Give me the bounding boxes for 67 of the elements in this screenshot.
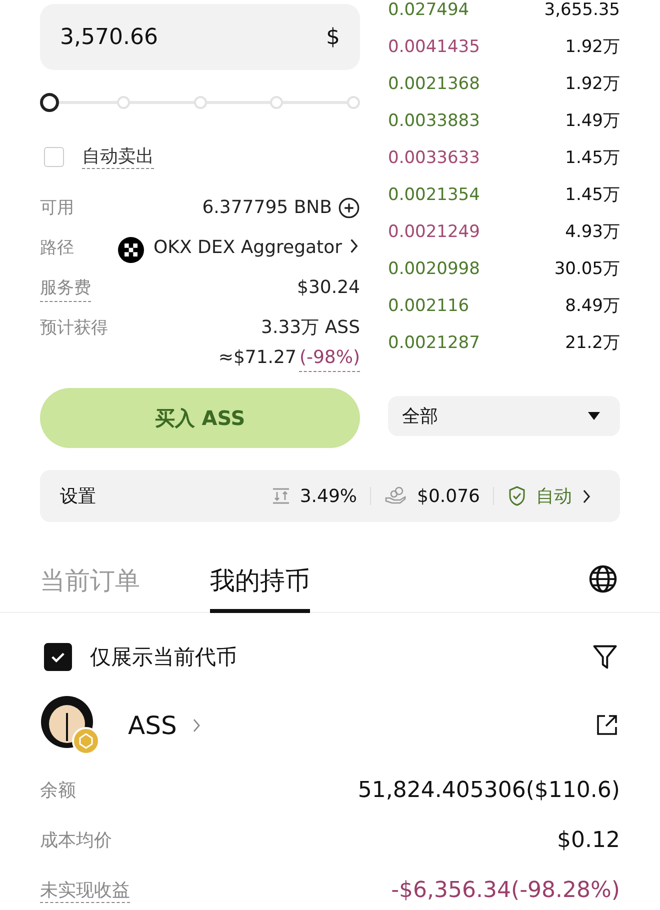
coin-hand-icon xyxy=(384,486,408,506)
detail-label: 可用 xyxy=(40,197,74,220)
slider-stop[interactable] xyxy=(116,96,130,109)
slider-stop[interactable] xyxy=(347,96,360,109)
trade-price: 0.0033883 xyxy=(388,111,480,133)
amount-field[interactable]: 3,570.66 $ xyxy=(40,4,360,70)
filter-icon[interactable] xyxy=(592,643,618,671)
slider-thumb[interactable] xyxy=(40,93,59,112)
dropdown-arrow-icon xyxy=(588,412,600,420)
gas-value: $0.076 xyxy=(417,486,480,506)
trade-price: 0.0033633 xyxy=(388,148,480,170)
holding-value: -$6,356.34(-98.28%) xyxy=(391,878,620,902)
checkbox-label: 仅展示当前代币 xyxy=(90,644,238,671)
detail-value[interactable]: OKX DEX Aggregator xyxy=(154,235,342,261)
trade-amount: 1.45万 xyxy=(565,185,620,207)
token-symbol[interactable]: ASS xyxy=(128,710,177,740)
trade-price: 0.002116 xyxy=(388,296,470,318)
external-link-icon[interactable] xyxy=(596,714,618,736)
token-icon xyxy=(40,695,100,755)
trade-price: 0.0020998 xyxy=(388,259,480,281)
trade-price: 0.0021354 xyxy=(388,185,480,207)
settings-bar[interactable]: 设置 3.49% $0.076 自动 xyxy=(40,470,620,522)
globe-icon[interactable] xyxy=(588,564,618,594)
detail-label: 预计获得 xyxy=(40,317,108,340)
trade-price: 0.0021368 xyxy=(388,74,480,96)
trade-amount: 1.92万 xyxy=(565,74,620,96)
shield-check-icon xyxy=(507,485,527,507)
auto-sell-label: 自动卖出 xyxy=(82,144,154,169)
trade-price: 0.027494 xyxy=(388,0,470,22)
price-impact: (-98%) xyxy=(299,345,360,372)
chevron-right-icon[interactable] xyxy=(348,237,360,255)
filter-dropdown[interactable]: 全部 xyxy=(388,396,620,436)
slider-stop[interactable] xyxy=(194,96,206,109)
buy-button[interactable]: 买入 ASS xyxy=(40,388,360,448)
detail-label: 路径 xyxy=(40,237,74,260)
slippage-icon xyxy=(270,487,291,505)
slider-stop[interactable] xyxy=(270,96,284,109)
holding-label: 余额 xyxy=(40,779,76,802)
chevron-right-icon xyxy=(581,488,592,504)
trade-amount: 30.05万 xyxy=(554,259,620,281)
trade-amount: 1.45万 xyxy=(565,148,620,170)
logo-icon xyxy=(118,237,144,263)
trade-amount: 21.2万 xyxy=(565,333,620,355)
slippage-value: 3.49% xyxy=(300,486,358,506)
settings-label: 设置 xyxy=(60,485,96,508)
detail-value: $30.24 xyxy=(297,276,360,300)
holding-label: 未实现收益 xyxy=(40,878,130,902)
trade-price: 0.0041435 xyxy=(388,37,480,59)
holding-label: 成本均价 xyxy=(40,829,112,852)
add-icon[interactable] xyxy=(338,197,360,219)
holding-value: $0.12 xyxy=(557,828,620,852)
usd-value: ≈$71.27 xyxy=(218,346,296,370)
detail-value: 6.377795 BNB xyxy=(202,196,332,220)
trade-amount: 1.49万 xyxy=(565,111,620,133)
protection-value: 自动 xyxy=(536,485,572,508)
checkbox[interactable] xyxy=(44,643,72,671)
trade-amount: 3,655.35 xyxy=(544,0,620,22)
holding-value: 51,824.405306($110.6) xyxy=(358,778,620,802)
trade-amount: 8.49万 xyxy=(565,296,620,318)
trade-amount: 4.93万 xyxy=(565,222,620,244)
currency-label: $ xyxy=(326,24,340,50)
trade-price: 0.0021287 xyxy=(388,333,480,355)
tab[interactable]: 我的持币 xyxy=(210,564,310,613)
detail-label: 服务费 xyxy=(40,275,91,302)
detail-value: 3.33万 ASS xyxy=(261,316,360,340)
trade-price: 0.0021249 xyxy=(388,222,480,244)
trade-amount: 1.92万 xyxy=(565,37,620,59)
